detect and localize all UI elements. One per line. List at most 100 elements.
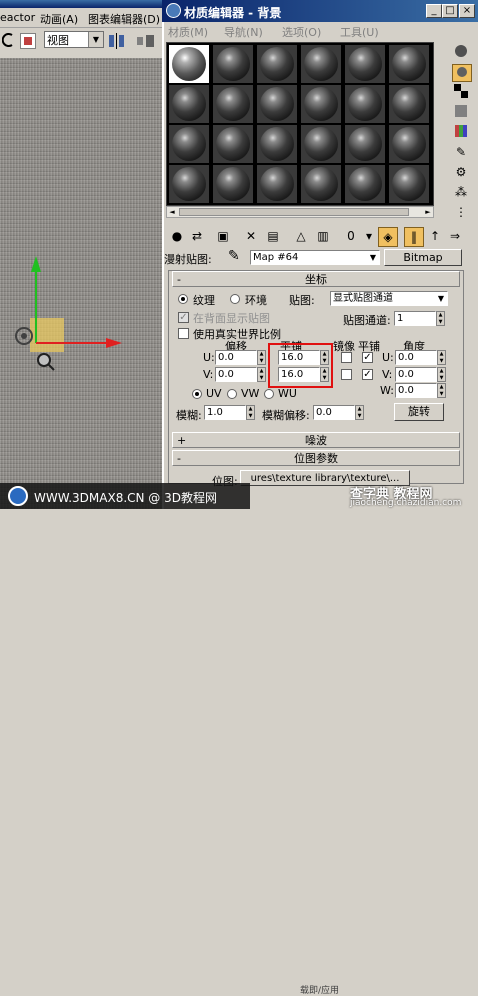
texture-radio[interactable] [178, 294, 188, 304]
bitmap-params-rollout-header[interactable]: - 位图参数 [172, 450, 460, 466]
scroll-left-icon[interactable]: ◄ [167, 207, 177, 217]
sample-slot[interactable] [169, 165, 209, 203]
blur-spinner[interactable]: ▲ ▼ [246, 405, 255, 420]
sample-slot[interactable] [301, 125, 341, 163]
sample-slot[interactable] [213, 85, 253, 123]
sample-slot[interactable] [213, 125, 253, 163]
sample-slot[interactable] [257, 45, 297, 83]
scroll-thumb[interactable] [179, 208, 409, 216]
put-to-library-icon[interactable]: ▥ [314, 227, 332, 245]
undo-arc-icon[interactable] [2, 33, 14, 47]
environment-radio[interactable] [230, 294, 240, 304]
map-channel-field[interactable]: 1 [394, 311, 436, 326]
u-offset-spinner[interactable]: ▲ ▼ [257, 350, 266, 365]
select-tool-button[interactable] [20, 33, 36, 49]
blur-field[interactable]: 1.0 [204, 405, 246, 420]
u-tile-checkbox[interactable]: ✓ [362, 352, 373, 363]
show-end-result-icon[interactable]: ‖ [404, 227, 424, 247]
coordinates-rollout-header[interactable]: - 坐标 [172, 271, 460, 287]
v-angle-field[interactable]: 0.0 [395, 367, 437, 382]
options-icon[interactable]: ⚙ [452, 164, 470, 180]
u-mirror-checkbox[interactable] [341, 352, 352, 363]
sample-type-sphere-icon[interactable] [452, 44, 470, 60]
sample-slot[interactable] [389, 165, 429, 203]
copy-material-icon[interactable]: ▤ [264, 227, 282, 245]
sample-slot[interactable] [345, 85, 385, 123]
show-map-in-viewport-icon[interactable]: ◈ [378, 227, 398, 247]
mirror-tool-icon[interactable] [108, 33, 126, 49]
make-unique-icon[interactable]: △ [292, 227, 310, 245]
sample-slot[interactable] [257, 165, 297, 203]
sample-slot[interactable] [169, 85, 209, 123]
u-angle-field[interactable]: 0.0 [395, 350, 437, 365]
put-to-scene-icon[interactable]: ⇄ [188, 227, 206, 245]
minimize-button[interactable]: _ [426, 4, 442, 18]
material-effects-channel-icon[interactable]: 0 [342, 227, 360, 245]
sample-slot[interactable] [257, 85, 297, 123]
map-type-button[interactable]: Bitmap [384, 249, 462, 266]
v-offset-field[interactable]: 0.0 [215, 367, 257, 382]
get-material-icon[interactable]: ● [168, 227, 186, 245]
map-channel-spinner[interactable]: ▲ ▼ [436, 311, 445, 326]
sample-slot[interactable] [301, 165, 341, 203]
map-name-field[interactable]: Map #64 [250, 250, 380, 265]
sample-slot[interactable] [389, 85, 429, 123]
material-navigator-icon[interactable]: ⋮ [452, 204, 470, 220]
sample-slot[interactable] [301, 45, 341, 83]
transform-gizmo[interactable] [0, 248, 140, 378]
perspective-viewport[interactable] [0, 58, 162, 509]
w-angle-spinner[interactable]: ▲ ▼ [437, 383, 446, 398]
chevron-down-icon[interactable]: ▼ [435, 292, 447, 305]
material-id-icon[interactable]: ▾ [360, 227, 378, 245]
reset-map-icon[interactable]: ✕ [242, 227, 260, 245]
mapping-dropdown[interactable]: 显式贴图通道 [330, 291, 448, 306]
menu-navigation[interactable]: 导航(N) [224, 24, 263, 40]
v-tile-checkbox[interactable]: ✓ [362, 369, 373, 380]
vw-radio[interactable] [227, 389, 237, 399]
chevron-down-icon[interactable]: ▼ [367, 251, 379, 264]
w-angle-field[interactable]: 0.0 [395, 383, 437, 398]
select-by-material-icon[interactable]: ⁂ [452, 184, 470, 200]
sample-slots-scrollbar[interactable]: ◄ ► [166, 206, 434, 218]
wu-radio[interactable] [264, 389, 274, 399]
menu-item-graph-editors[interactable]: 图表编辑器(D) [88, 11, 160, 27]
sample-slot[interactable] [345, 165, 385, 203]
uv-tiling-icon[interactable] [452, 104, 470, 120]
v-offset-spinner[interactable]: ▲ ▼ [257, 367, 266, 382]
sample-slot[interactable] [169, 45, 209, 83]
go-forward-sibling-icon[interactable]: ⇒ [446, 227, 464, 245]
sample-slot[interactable] [389, 45, 429, 83]
v-mirror-checkbox[interactable] [341, 369, 352, 380]
menu-item-reactor[interactable]: eactor [0, 11, 35, 24]
rotate-button[interactable]: 旋转 [394, 403, 444, 421]
video-color-check-icon[interactable] [452, 124, 470, 140]
noise-rollout-header[interactable]: + 噪波 [172, 432, 460, 448]
menu-options[interactable]: 选项(O) [282, 24, 321, 40]
u-offset-field[interactable]: 0.0 [215, 350, 257, 365]
v-angle-spinner[interactable]: ▲ ▼ [437, 367, 446, 382]
eyedropper-icon[interactable]: ✎ [228, 248, 240, 264]
menu-item-animation[interactable]: 动画(A) [40, 11, 78, 27]
go-to-parent-icon[interactable]: ↑ [426, 227, 444, 245]
align-tool-icon[interactable] [136, 33, 156, 49]
u-angle-spinner[interactable]: ▲ ▼ [437, 350, 446, 365]
sample-slot[interactable] [257, 125, 297, 163]
assign-to-selection-icon[interactable]: ▣ [214, 227, 232, 245]
sample-slot[interactable] [213, 165, 253, 203]
background-checker-icon[interactable] [452, 84, 470, 100]
menu-material[interactable]: 材质(M) [168, 24, 208, 40]
maximize-button[interactable]: □ [442, 4, 458, 18]
sample-slot[interactable] [169, 125, 209, 163]
scroll-right-icon[interactable]: ► [423, 207, 433, 217]
menu-utilities[interactable]: 工具(U) [340, 24, 379, 40]
real-world-scale-checkbox[interactable] [178, 328, 189, 339]
sample-slot[interactable] [389, 125, 429, 163]
sample-slot[interactable] [301, 85, 341, 123]
sample-slot[interactable] [345, 45, 385, 83]
blur-offset-spinner[interactable]: ▲ ▼ [355, 405, 364, 420]
blur-offset-field[interactable]: 0.0 [313, 405, 355, 420]
backlight-icon[interactable] [452, 64, 472, 82]
make-preview-icon[interactable]: ✎ [452, 144, 470, 160]
sample-slot[interactable] [213, 45, 253, 83]
close-button[interactable]: × [459, 4, 475, 18]
